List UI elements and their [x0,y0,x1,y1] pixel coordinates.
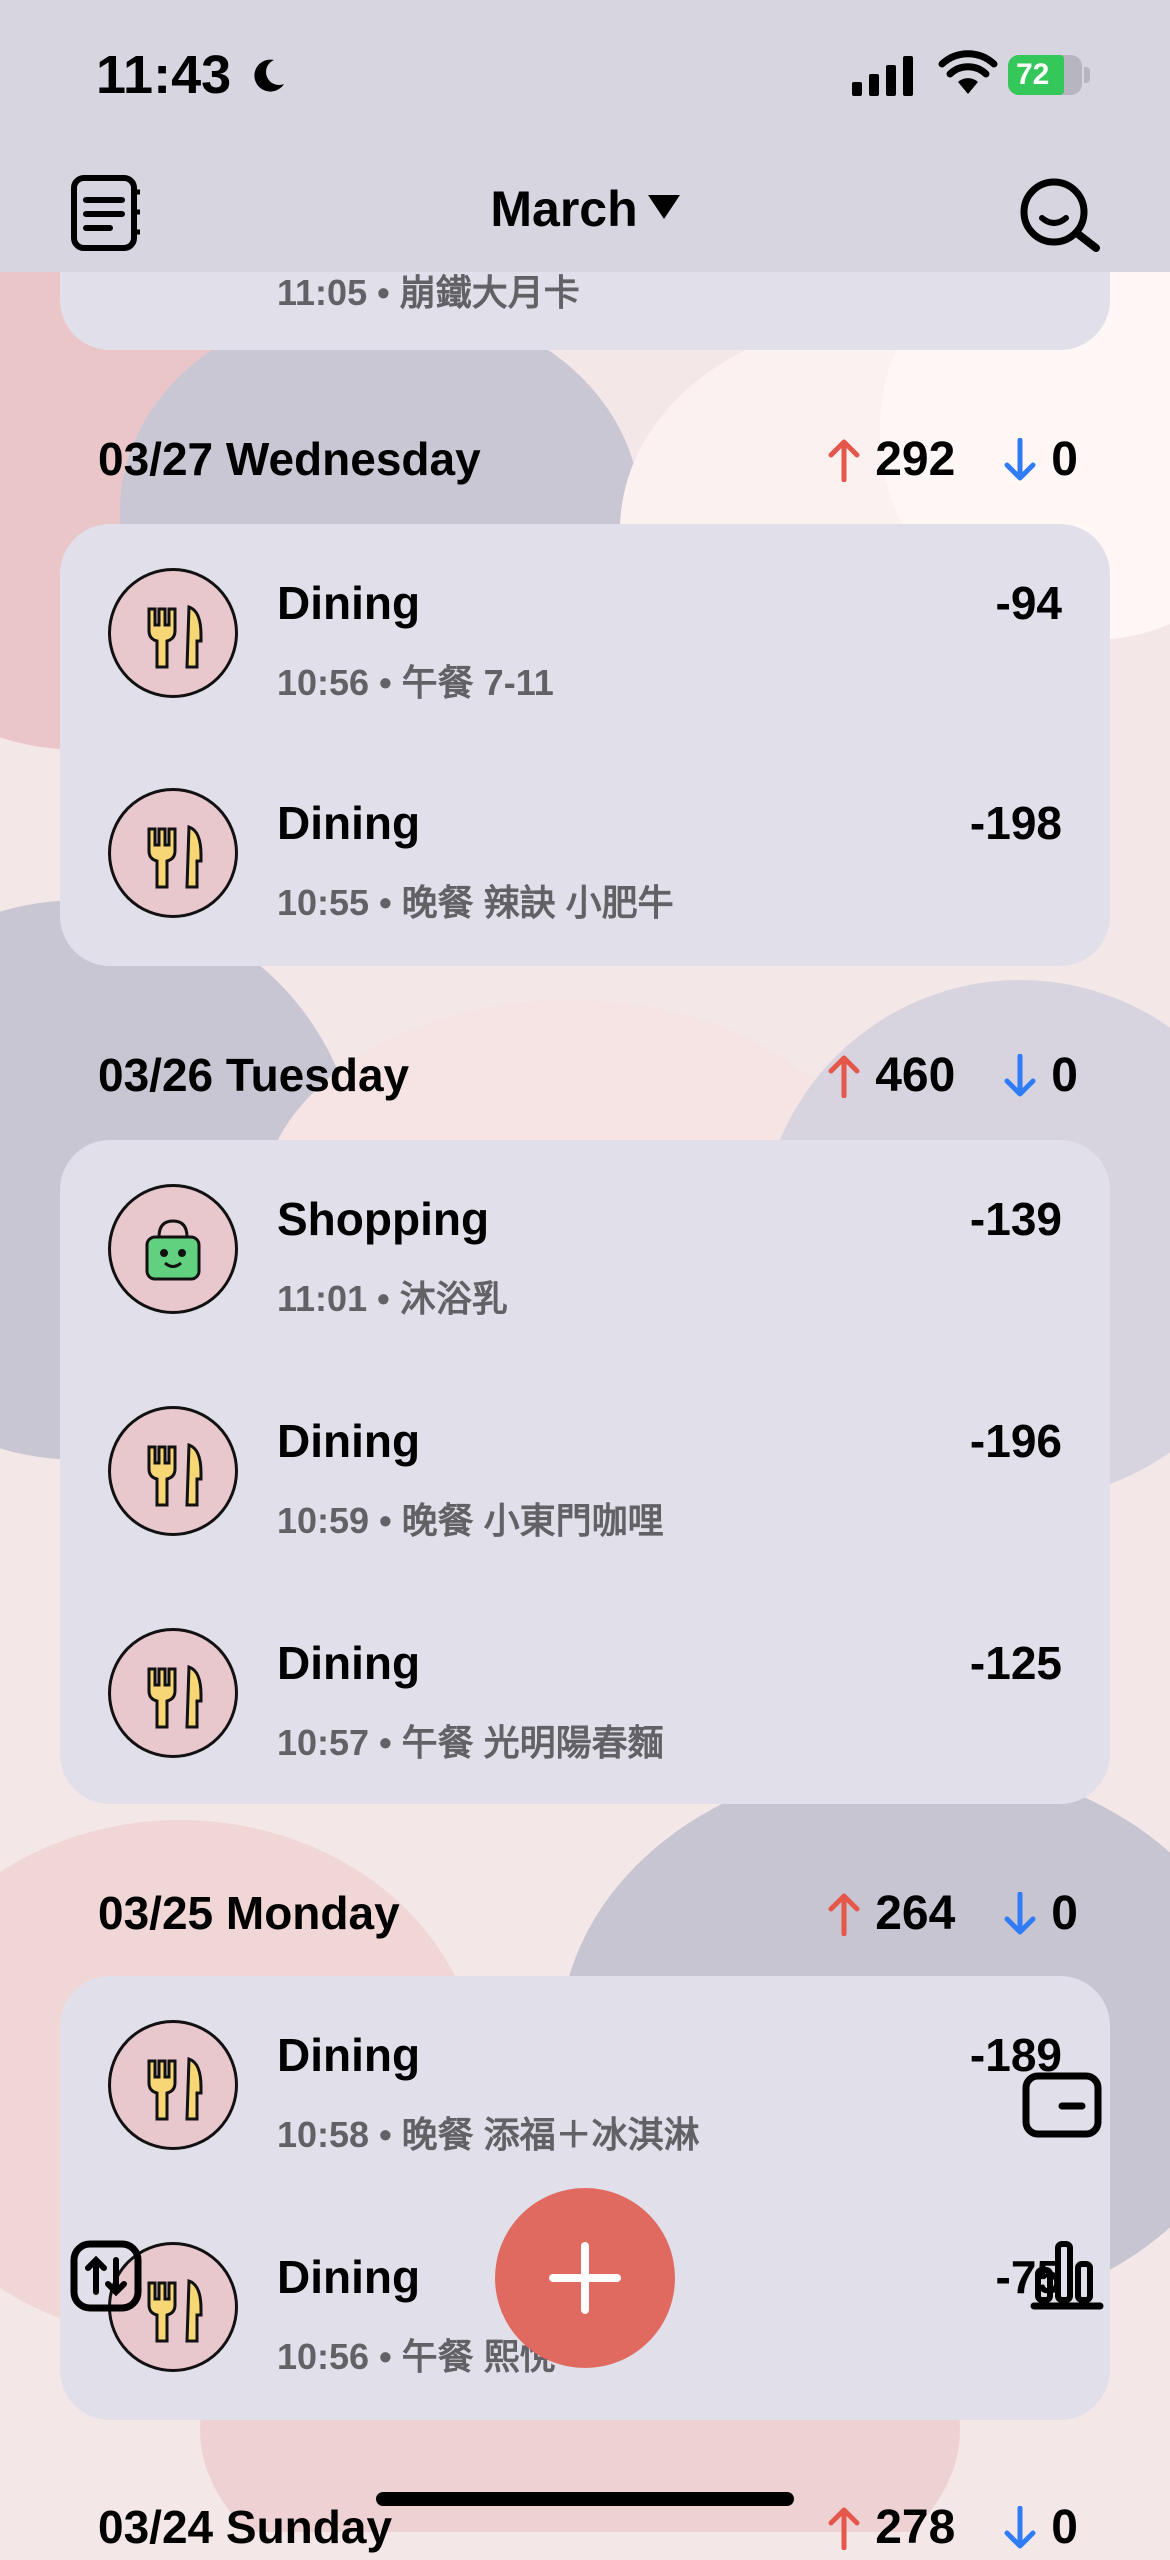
dining-icon [108,1628,238,1758]
day-expense-total: 460 [875,1049,956,1102]
status-time: 11:43 [96,45,232,105]
day-expense-total: 264 [875,1887,956,1940]
day-income-total: 0 [1051,1049,1078,1102]
expense-arrow-icon [828,1893,860,1936]
top-navigation: March [0,150,1170,272]
sort-transactions-icon[interactable] [70,2240,142,2312]
transaction-row[interactable]: Dining -196 10:59 • 晚餐 小東門咖哩 [60,1362,1110,1584]
month-selector[interactable]: March [0,180,1170,238]
transaction-category: Dining [277,1415,421,1467]
transaction-amount: -125 [969,1637,1062,1689]
search-icon[interactable] [1016,172,1106,254]
day-date: 03/27 Wednesday [98,433,481,485]
plus-icon [549,2242,621,2314]
day-header: 03/26 Tuesday 460 0 [98,1048,1078,1108]
expense-arrow-icon [828,439,860,482]
day-header: 03/25 Monday 264 0 [98,1886,1078,1946]
transaction-row[interactable]: Dining -125 10:57 • 午餐 光明陽春麵 [60,1584,1110,1806]
income-arrow-icon [1004,437,1036,480]
statistics-chart-icon[interactable] [1024,2236,1104,2316]
day-header: 03/27 Wednesday 292 0 [98,432,1078,492]
transaction-category: Shopping [277,1193,490,1245]
day-date: 03/24 Sunday [98,2501,393,2553]
transaction-amount: -198 [969,797,1062,849]
transaction-subtitle: 11:01 • 沐浴乳 [277,1278,508,1319]
expense-arrow-icon [828,2507,860,2550]
add-transaction-button[interactable] [495,2188,675,2368]
transaction-subtitle: 10:55 • 晚餐 辣訣 小肥牛 [277,882,674,923]
transaction-row[interactable]: Dining -94 10:56 • 午餐 7-11 [60,524,1110,746]
transaction-category: Dining [277,797,421,849]
transaction-amount: -94 [995,577,1062,629]
transaction-row[interactable]: Dining -198 10:55 • 晚餐 辣訣 小肥牛 [60,744,1110,966]
transaction-category: Dining [277,1637,421,1689]
transaction-category: Dining [277,2029,421,2081]
transaction-amount: -196 [969,1415,1062,1467]
wallet-icon[interactable] [1022,2070,1102,2140]
transaction-subtitle: 10:56 • 午餐 熙悅 [277,2336,556,2377]
income-arrow-icon [1004,2505,1036,2548]
wifi-icon [938,50,998,94]
month-label: March [490,181,638,237]
dining-icon [108,788,238,918]
dining-icon [108,1406,238,1536]
transaction-category: Dining [277,2251,421,2303]
day-income-total: 0 [1051,433,1078,486]
day-expense-total: 278 [875,2501,956,2554]
transaction-subtitle: 10:59 • 晚餐 小東門咖哩 [277,1500,664,1541]
dining-icon [108,568,238,698]
transaction-subtitle: 10:57 • 午餐 光明陽春麵 [277,1722,664,1763]
status-bar: 11:43 72 [0,0,1170,150]
cellular-signal-icon [852,56,913,96]
shopping-bag-icon [108,1184,238,1314]
expense-arrow-icon [828,1055,860,1098]
day-income-total: 0 [1051,2501,1078,2554]
battery-icon: 72 [1008,55,1090,97]
battery-level: 72 [1016,58,1050,91]
transaction-row[interactable]: Dining -189 10:58 • 晚餐 添福＋冰淇淋 [60,1976,1110,2198]
transaction-subtitle: 10:56 • 午餐 7-11 [277,662,554,703]
day-transactions-card: Dining -94 10:56 • 午餐 7-11 Dining -198 1… [60,524,1110,966]
day-date: 03/26 Tuesday [98,1049,410,1101]
transaction-category: Dining [277,577,421,629]
home-indicator[interactable] [376,2492,794,2506]
day-transactions-card: Shopping -139 11:01 • 沐浴乳 Dining -196 10… [60,1140,1110,1804]
day-date: 03/25 Monday [98,1887,400,1939]
transaction-row[interactable]: Shopping -139 11:01 • 沐浴乳 [60,1140,1110,1362]
income-arrow-icon [1004,1891,1036,1934]
transaction-subtitle: 10:58 • 晚餐 添福＋冰淇淋 [277,2114,700,2155]
day-expense-total: 292 [875,433,956,486]
day-header: 03/24 Sunday 278 0 [98,2500,1078,2560]
focus-moon-icon [254,59,284,92]
dining-icon [108,2020,238,2150]
transaction-amount: -139 [969,1193,1062,1245]
income-arrow-icon [1004,1053,1036,1096]
chevron-down-icon [647,194,680,219]
day-income-total: 0 [1051,1887,1078,1940]
